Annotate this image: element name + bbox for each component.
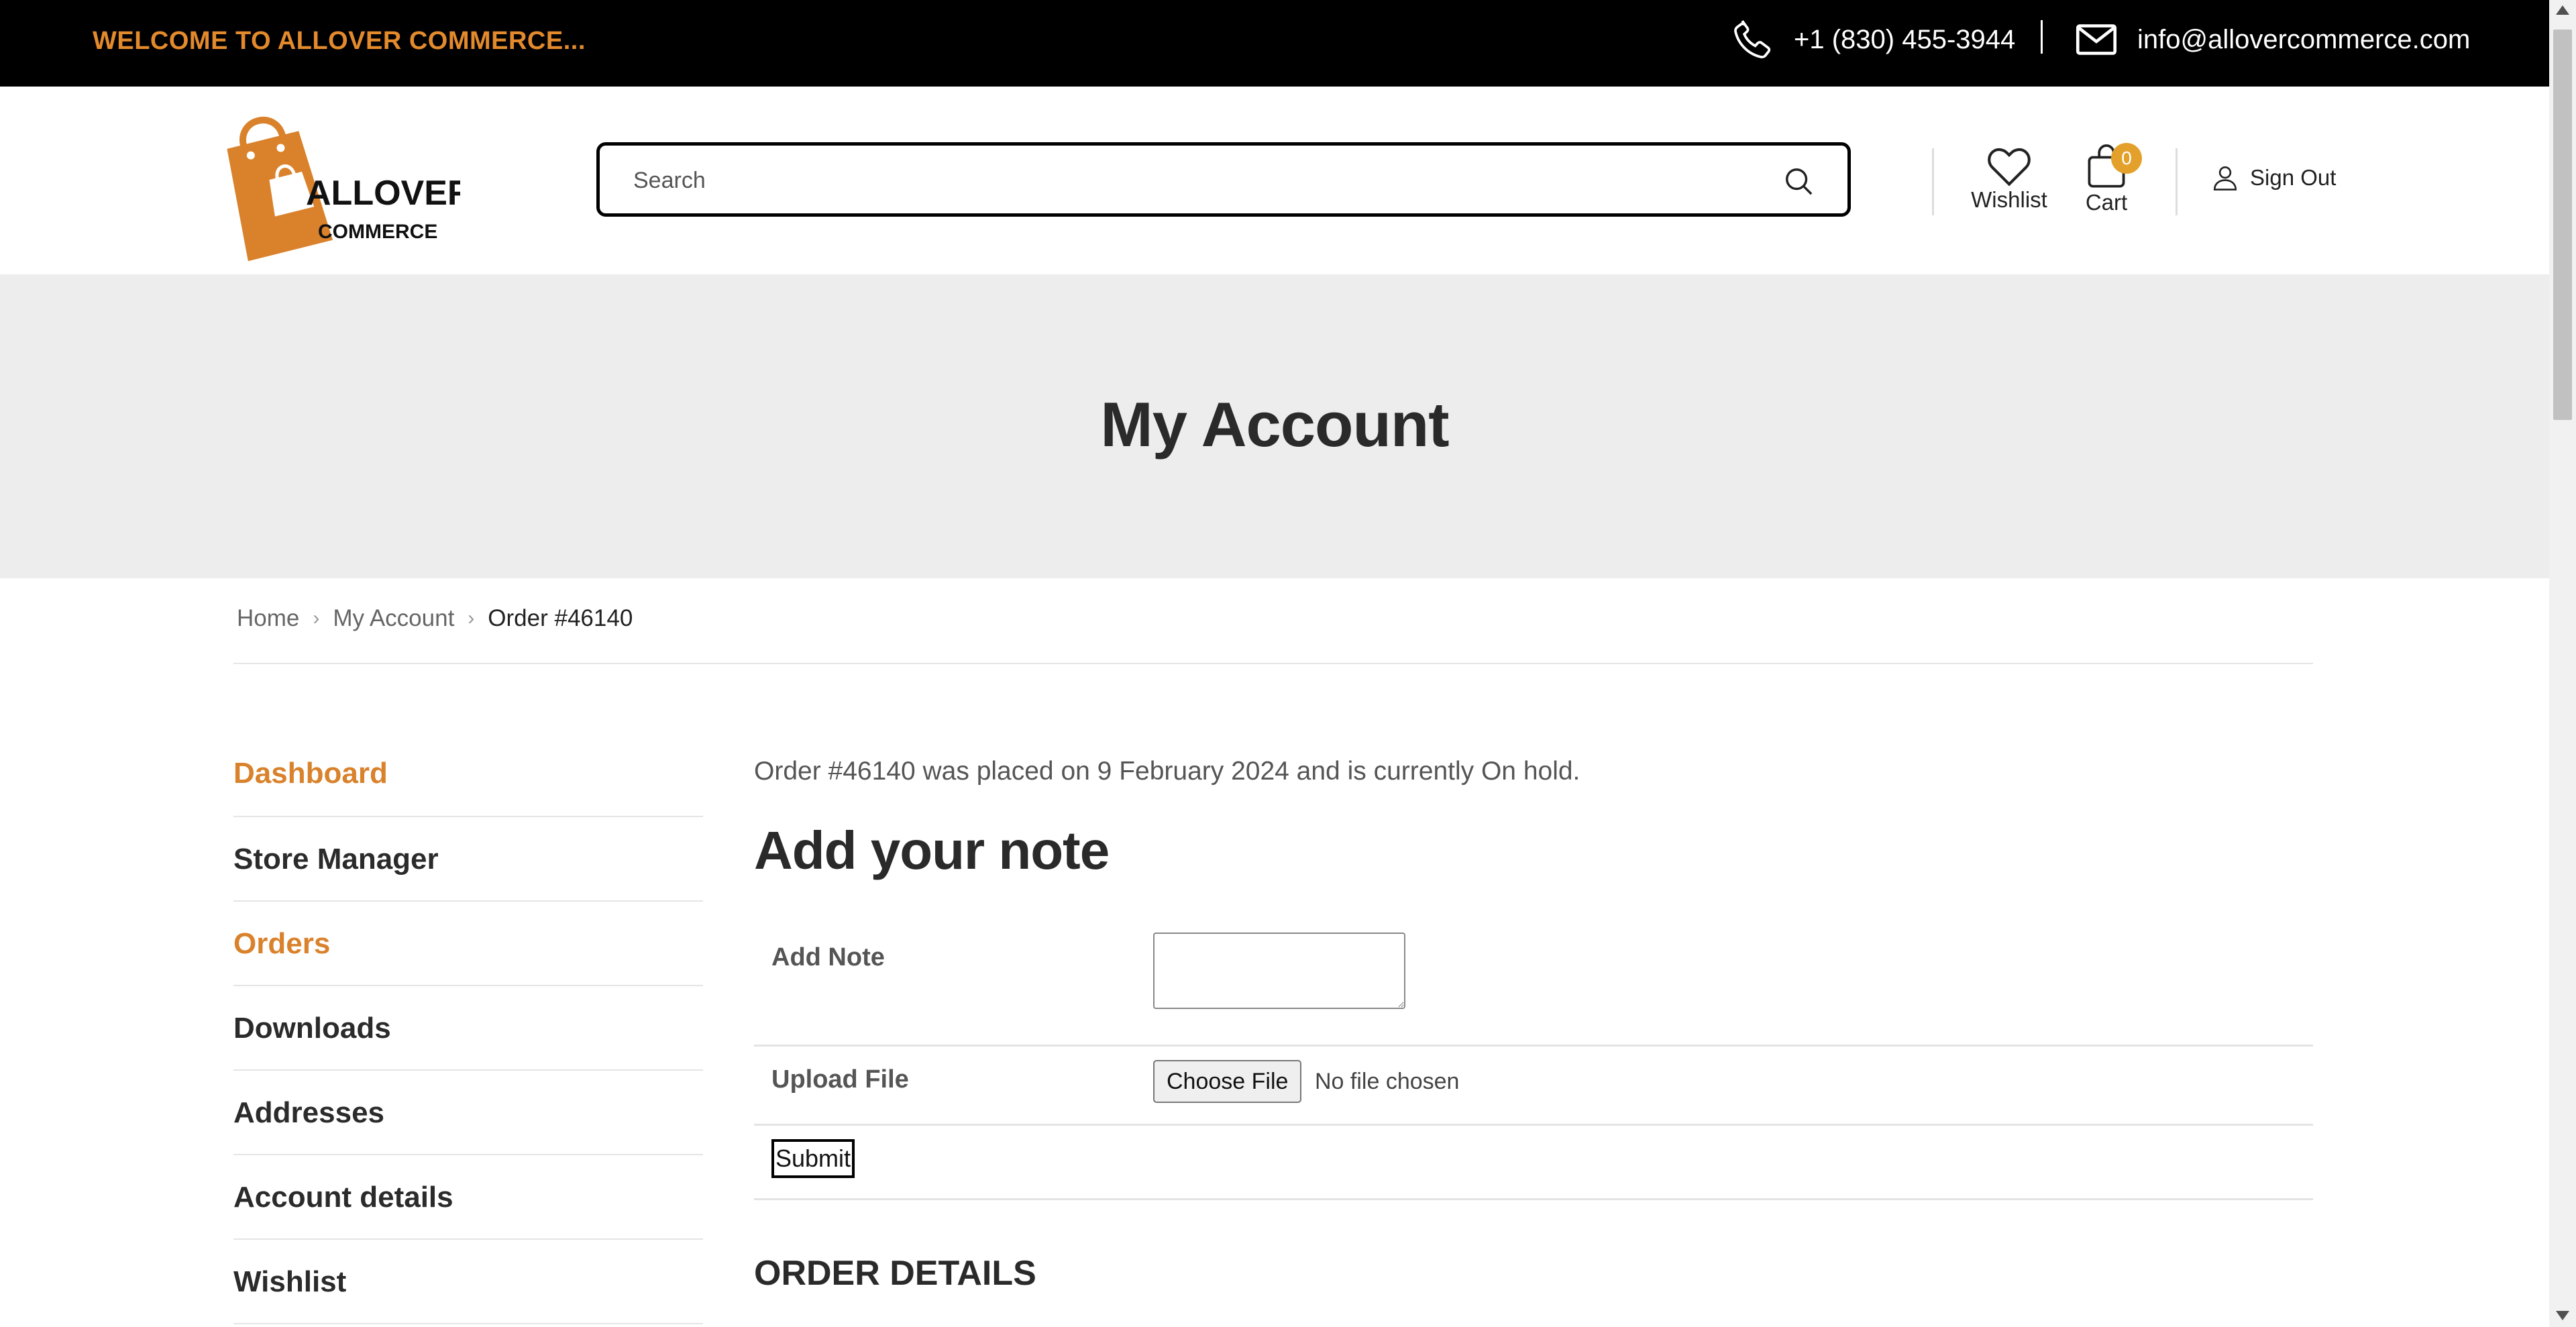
email-address: info@allovercommerce.com (2137, 24, 2471, 54)
page-title: My Account (1100, 389, 1449, 460)
account-sidebar: Dashboard Store Manager Orders Downloads… (233, 734, 703, 1324)
file-status-text: No file chosen (1315, 1069, 1460, 1094)
sidebar-item-wishlist[interactable]: Wishlist (233, 1240, 703, 1324)
note-textarea[interactable] (1153, 933, 1405, 1009)
wishlist-link[interactable]: Wishlist (1966, 146, 2053, 213)
breadcrumb-home[interactable]: Home (237, 605, 299, 632)
add-note-heading: Add your note (754, 820, 1110, 880)
page-scrollbar[interactable] (2549, 0, 2576, 1327)
page-hero: My Account (0, 274, 2549, 578)
sidebar-item-downloads[interactable]: Downloads (233, 986, 703, 1071)
sidebar-item-addresses[interactable]: Addresses (233, 1071, 703, 1155)
breadcrumb-my-account[interactable]: My Account (333, 605, 454, 632)
sign-out-label: Sign Out (2250, 165, 2337, 190)
logo-line2: COMMERCE (318, 221, 437, 243)
phone-number: +1 (830) 455-3944 (1794, 24, 2016, 54)
header-divider (1932, 148, 1934, 215)
phone-contact[interactable]: +1 (830) 455-3944 (1729, 16, 2015, 63)
breadcrumb-divider (233, 663, 2313, 664)
email-contact[interactable]: info@allovercommerce.com (2073, 16, 2470, 63)
site-header: ALLOVER COMMERCE Wishlist Cart 0 Sign Ou… (0, 87, 2549, 274)
order-status-message: Order #46140 was placed on 9 February 20… (754, 757, 1580, 786)
sign-out-link[interactable]: Sign Out (2211, 164, 2336, 192)
breadcrumb-current: Order #46140 (488, 605, 633, 631)
breadcrumb: Home › My Account › Order #46140 (237, 605, 633, 632)
upload-file-row: Upload File Choose File No file chosen (754, 1047, 2313, 1126)
chevron-right-icon: › (468, 607, 475, 629)
welcome-text: WELCOME TO ALLOVER COMMERCE... (93, 27, 586, 55)
order-details-heading: ORDER DETAILS (754, 1254, 1036, 1293)
add-note-label: Add Note (771, 943, 885, 971)
user-icon (2213, 166, 2237, 191)
submit-button[interactable]: Submit (771, 1139, 855, 1178)
add-note-row: Add Note (754, 933, 2313, 1047)
topbar-divider (2041, 20, 2043, 54)
search-input[interactable] (632, 163, 1708, 198)
search-icon[interactable] (1783, 166, 1814, 197)
logo-line1: ALLOVER (306, 174, 460, 213)
sidebar-item-dashboard[interactable]: Dashboard (233, 734, 703, 817)
sidebar-item-orders[interactable]: Orders (233, 902, 703, 986)
sidebar-item-account-details[interactable]: Account details (233, 1155, 703, 1240)
cart-label: Cart (2085, 190, 2128, 215)
scrollbar-thumb[interactable] (2553, 30, 2572, 420)
top-bar: WELCOME TO ALLOVER COMMERCE... +1 (830) … (0, 0, 2549, 87)
search-bar[interactable] (596, 142, 1851, 217)
scroll-down-arrow-icon[interactable] (2556, 1311, 2569, 1320)
submit-row: Submit (754, 1126, 2313, 1200)
header-divider (2176, 148, 2178, 215)
envelope-icon (2076, 24, 2117, 55)
phone-icon (1734, 20, 1771, 58)
cart-count-badge: 0 (2111, 143, 2142, 174)
heart-icon (1988, 148, 2031, 187)
sidebar-item-store-manager[interactable]: Store Manager (233, 817, 703, 902)
wishlist-label: Wishlist (1971, 187, 2047, 212)
allover-commerce-logo[interactable]: ALLOVER COMMERCE (219, 97, 460, 265)
chevron-right-icon: › (313, 607, 320, 629)
cart-link[interactable]: Cart 0 (2073, 143, 2142, 215)
scroll-up-arrow-icon[interactable] (2556, 5, 2569, 15)
choose-file-button[interactable]: Choose File (1153, 1060, 1302, 1103)
upload-file-label: Upload File (771, 1065, 909, 1094)
